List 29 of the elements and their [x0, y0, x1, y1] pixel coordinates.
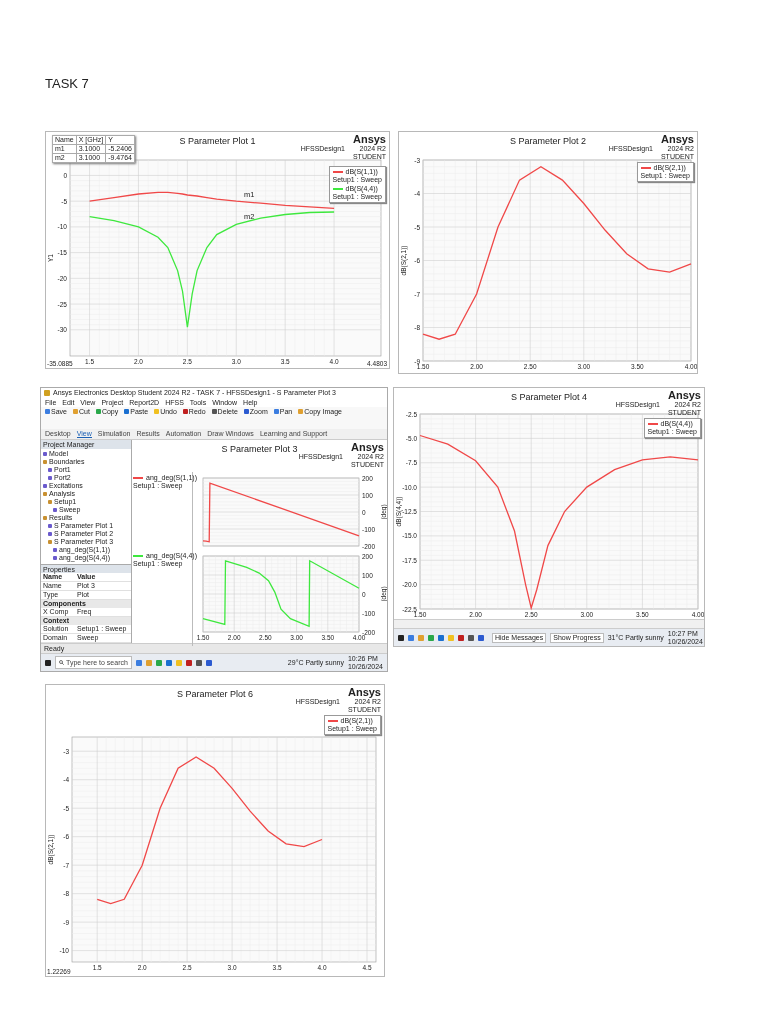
tree-node-icon: [53, 508, 57, 512]
tree-node-icon: [48, 468, 52, 472]
tree-node-icon: [53, 548, 57, 552]
start-icon[interactable]: [398, 634, 404, 641]
tree-node-icon: [48, 532, 52, 536]
tree-node-icon: [43, 492, 47, 496]
brand-logo: Ansys: [347, 687, 381, 698]
tree-node-icon: [48, 500, 52, 504]
page-heading: TASK 7: [45, 76, 90, 91]
start-icon[interactable]: [45, 659, 51, 666]
tree-node-icon: [53, 556, 57, 560]
tree-node-icon: [43, 452, 47, 456]
tree-node-icon: [43, 484, 47, 488]
plot-title: S Parameter Plot 4: [510, 392, 587, 402]
brand-logo: Ansys: [352, 134, 386, 145]
plot-title: S Parameter Plot 2: [509, 136, 586, 146]
tree-node-icon: [48, 476, 52, 480]
brand-logo: Ansys: [350, 442, 384, 453]
plot-title: S Parameter Plot 6: [176, 689, 253, 699]
search-icon: [59, 660, 64, 665]
tree-node-icon: [43, 516, 47, 520]
plot-title: S Parameter Plot 3: [221, 444, 298, 456]
plot-title: S Parameter Plot 1: [179, 136, 256, 146]
app-logo-icon: [44, 390, 50, 396]
tree-node-icon: [43, 460, 47, 464]
tree-node-icon: [48, 524, 52, 528]
brand-logo: Ansys: [667, 390, 701, 401]
brand-logo: Ansys: [660, 134, 694, 145]
tree-node-icon: [48, 540, 52, 544]
